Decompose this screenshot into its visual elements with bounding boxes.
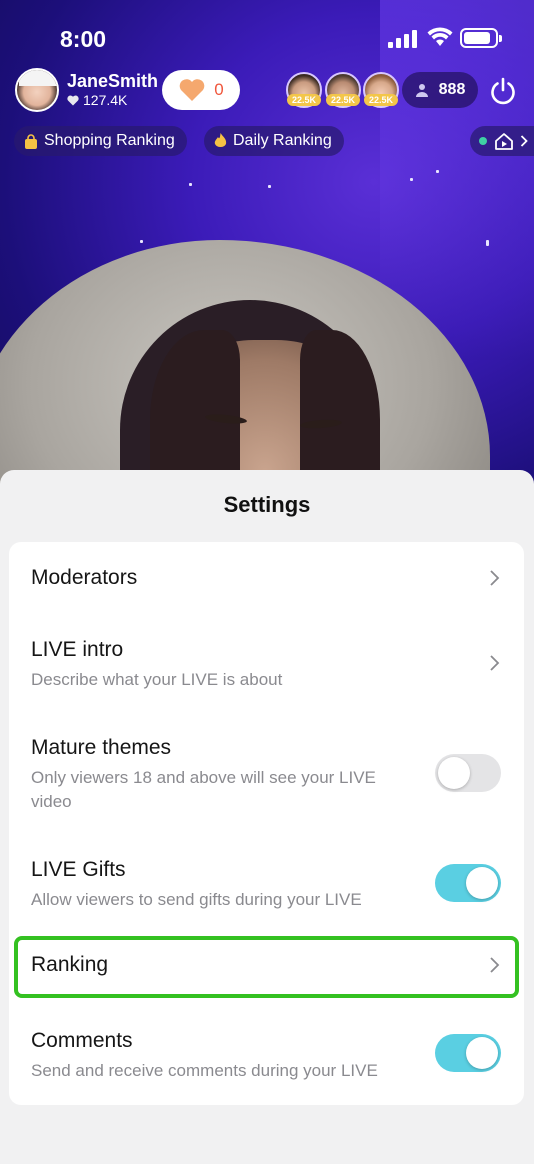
- viewer-count: 888: [438, 81, 466, 98]
- row-title: Comments: [31, 1029, 133, 1052]
- settings-row-live-gifts: LIVE Gifts Allow viewers to send gifts d…: [9, 842, 524, 922]
- settings-row-comments: Comments Send and receive comments durin…: [9, 1014, 524, 1094]
- power-icon[interactable]: [488, 76, 518, 106]
- viewer-count-pill[interactable]: 888: [402, 72, 478, 108]
- top-viewer-badge: 22.5K: [287, 94, 321, 106]
- flame-icon: [214, 133, 227, 148]
- star-light: [486, 240, 489, 246]
- star-light: [436, 170, 439, 173]
- row-title: Moderators: [31, 566, 138, 589]
- like-button[interactable]: 0: [162, 70, 240, 110]
- cellular-signal-icon: [388, 30, 418, 48]
- host-likes-row: 127.4K: [67, 91, 158, 109]
- heart-icon: [67, 95, 79, 106]
- star-light: [410, 178, 413, 181]
- status-time: 8:00: [60, 26, 107, 52]
- shopping-ranking-pill[interactable]: Shopping Ranking: [14, 126, 187, 156]
- settings-row-moderators[interactable]: Moderators: [9, 542, 524, 614]
- row-subtitle: Send and receive comments during your LI…: [31, 1061, 378, 1080]
- row-subtitle: Only viewers 18 and above will see your …: [31, 768, 376, 811]
- chevron-right-icon: [490, 570, 500, 586]
- mature-themes-toggle[interactable]: [435, 754, 501, 792]
- person-icon: [415, 84, 428, 97]
- toggle-knob: [438, 757, 470, 789]
- settings-row-live-intro[interactable]: LIVE intro Describe what your LIVE is ab…: [9, 622, 524, 704]
- live-home-pill[interactable]: [470, 126, 534, 156]
- live-gifts-toggle[interactable]: [435, 864, 501, 902]
- ranking-highlight-box: [14, 936, 519, 998]
- wifi-icon: [427, 27, 453, 46]
- toggle-knob: [466, 867, 498, 899]
- like-button-count: 0: [214, 80, 224, 99]
- row-subtitle: Allow viewers to send gifts during your …: [31, 890, 362, 909]
- star-light: [140, 240, 143, 243]
- chevron-right-icon: [520, 135, 528, 147]
- host-avatar[interactable]: [15, 68, 59, 112]
- shopping-bag-icon: [25, 133, 37, 149]
- status-bar: 8:00: [0, 20, 534, 60]
- daily-ranking-pill[interactable]: Daily Ranking: [204, 126, 344, 156]
- home-play-icon: [495, 133, 513, 150]
- heart-icon: [179, 79, 205, 101]
- star-light: [268, 185, 271, 188]
- host-name: JaneSmith: [67, 71, 159, 91]
- settings-title: Settings: [223, 492, 311, 517]
- live-screen: 8:00 JaneSmith 127.4K 0 22.5K 22.5K 22.5…: [0, 0, 534, 1164]
- host-likes-count: 127.4K: [83, 92, 128, 108]
- host-text: JaneSmith 127.4K: [67, 71, 158, 109]
- star-light: [189, 183, 192, 186]
- chevron-right-icon: [490, 655, 500, 671]
- row-title: LIVE Gifts: [31, 858, 126, 881]
- shopping-ranking-label: Shopping Ranking: [44, 132, 175, 149]
- live-dot: [479, 137, 487, 145]
- settings-sheet: Settings Moderators LIVE intro Describe …: [0, 470, 534, 1164]
- toggle-knob: [466, 1037, 498, 1069]
- host-info[interactable]: JaneSmith 127.4K: [15, 66, 158, 114]
- comments-toggle[interactable]: [435, 1034, 501, 1072]
- daily-ranking-label: Daily Ranking: [233, 132, 332, 149]
- row-title: Mature themes: [31, 736, 172, 759]
- settings-card: Moderators LIVE intro Describe what your…: [9, 542, 524, 1105]
- settings-row-mature-themes: Mature themes Only viewers 18 and above …: [9, 720, 524, 820]
- top-viewer-badge: 22.5K: [326, 94, 360, 106]
- top-viewer-badge: 22.5K: [364, 94, 398, 106]
- row-title: LIVE intro: [31, 638, 124, 661]
- battery-icon: [460, 28, 502, 48]
- row-subtitle: Describe what your LIVE is about: [31, 670, 283, 689]
